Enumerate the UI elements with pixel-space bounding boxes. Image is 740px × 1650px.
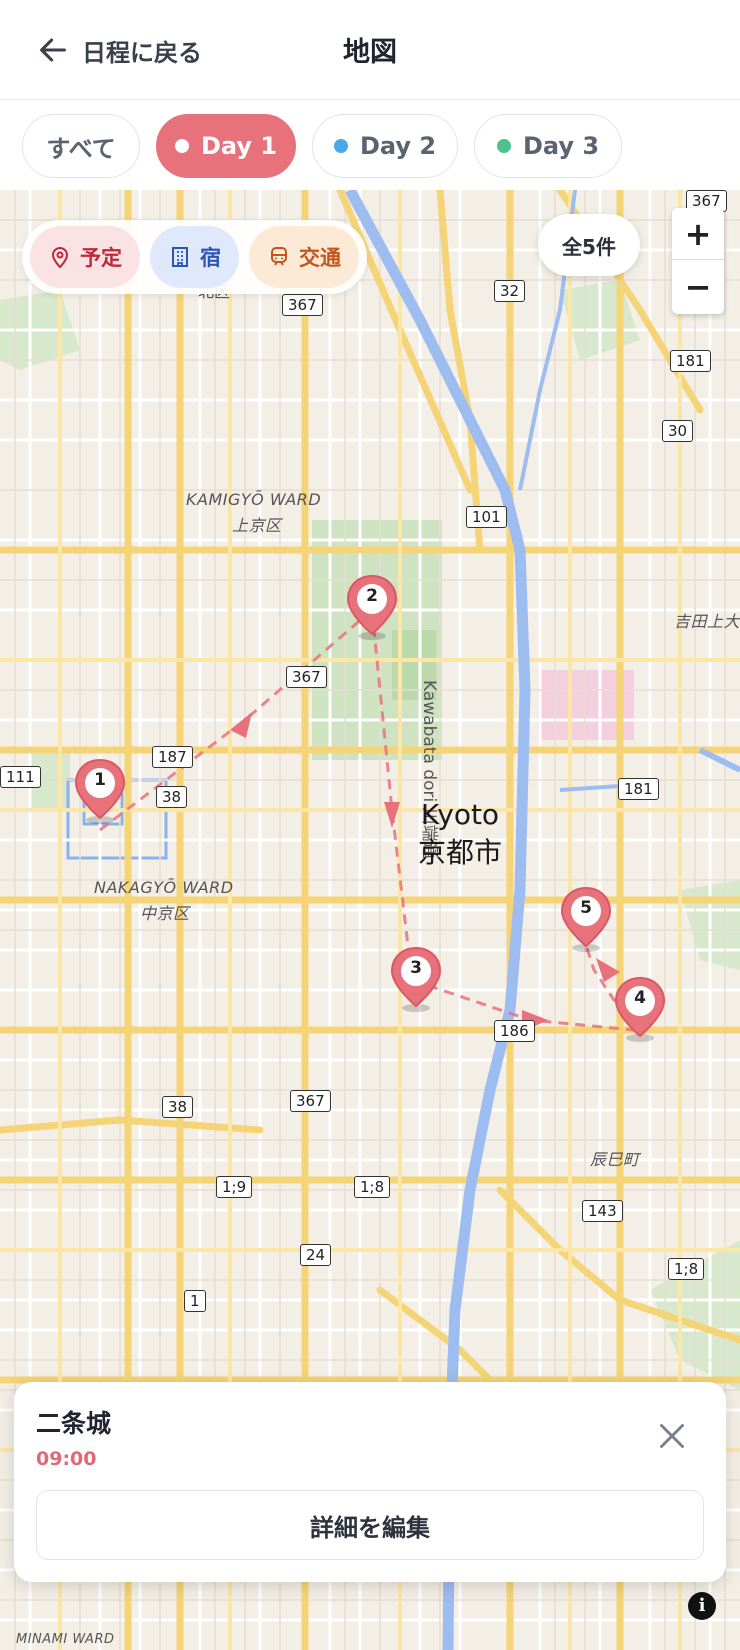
road-shield-r32: 32	[494, 280, 526, 302]
page-title: 地図	[343, 37, 397, 68]
filter-plan-label: 予定	[80, 246, 122, 270]
road-shield-r1: 1	[184, 1290, 206, 1312]
place-time: 09:00	[36, 1448, 97, 1470]
label-yoshida: 吉田上大	[674, 612, 740, 631]
label-tatsumi: 辰巳町	[590, 1150, 640, 1169]
place-name: 二条城	[36, 1409, 112, 1438]
tab-day-2-label: Day 2	[359, 132, 437, 160]
road-shield-r38a: 38	[156, 786, 188, 808]
day-1-dot-icon	[174, 139, 189, 153]
label-minami: MINAMI WARD	[16, 1632, 115, 1647]
building-icon	[172, 247, 188, 267]
header: 日程に戻る 地図	[0, 0, 740, 100]
map-pin-4[interactable]: 4	[612, 974, 668, 1042]
day-tabs: すべて Day 1 Day 2 Day 3	[0, 100, 740, 190]
zoom-out-button[interactable]: −	[672, 261, 724, 313]
train-icon	[271, 247, 287, 266]
label-nakagyo-ja: 中京区	[140, 904, 190, 923]
label-kamigyo-en: KAMIGYŌ WARD	[186, 490, 322, 509]
pin-3-number: 3	[410, 958, 422, 978]
road-shield-r187: 187	[152, 746, 193, 768]
tab-day-1-label: Day 1	[200, 132, 278, 160]
tab-all-label: すべて	[46, 134, 116, 163]
city-label-en: Kyoto	[420, 798, 500, 831]
info-icon[interactable]: i	[688, 1592, 716, 1620]
pin-2-marker-icon	[346, 574, 398, 640]
zoom-control: + −	[672, 208, 724, 314]
tab-day-2[interactable]: Day 2	[312, 114, 458, 178]
road-shield-r367c: 367	[290, 1090, 331, 1112]
pin-4-marker-icon	[614, 976, 666, 1042]
filter-stay-chip[interactable]: 宿	[150, 226, 239, 288]
road-shield-r18b: 1;8	[668, 1258, 705, 1280]
tab-day-3[interactable]: Day 3	[474, 114, 622, 178]
map-pin-2[interactable]: 2	[344, 572, 400, 640]
road-shield-r367a: 367	[282, 294, 323, 316]
tab-day-3-label: Day 3	[522, 132, 600, 160]
label-kamigyo-ja: 上京区	[232, 516, 282, 535]
road-shield-r38b: 38	[162, 1096, 194, 1118]
pin-1-marker-icon	[74, 758, 126, 824]
filter-transit-label: 交通	[299, 246, 341, 270]
road-shield-r111: 111	[0, 766, 41, 788]
city-label: Kyoto 京都市	[400, 796, 520, 872]
road-shield-r18a: 1;8	[354, 1176, 391, 1198]
pin-2-number: 2	[366, 586, 378, 606]
map-pin-5[interactable]: 5	[558, 884, 614, 952]
map-pin-icon	[51, 247, 69, 269]
road-shield-r181a: 181	[670, 350, 711, 372]
edit-details-button[interactable]: 詳細を編集	[36, 1490, 704, 1560]
pin-5-marker-icon	[560, 886, 612, 952]
road-shield-r181b: 181	[618, 778, 659, 800]
day-2-dot-icon	[333, 139, 348, 153]
road-shield-r24: 24	[300, 1244, 332, 1266]
close-icon[interactable]	[654, 1418, 690, 1454]
road-shield-r367b: 367	[286, 666, 327, 688]
city-label-ja: 京都市	[417, 836, 502, 869]
item-count-badge: 全5件	[538, 214, 640, 276]
filter-transit-chip[interactable]: 交通	[249, 226, 359, 288]
tab-day-1[interactable]: Day 1	[156, 114, 296, 178]
filter-plan-chip[interactable]: 予定	[30, 226, 140, 288]
tab-all[interactable]: すべて	[22, 114, 140, 178]
pin-3-marker-icon	[390, 946, 442, 1012]
road-shield-r143a: 143	[582, 1200, 623, 1222]
place-detail-card: 二条城 09:00 詳細を編集	[14, 1382, 726, 1582]
pin-5-number: 5	[580, 898, 592, 918]
road-shield-r30: 30	[662, 420, 694, 442]
pin-4-number: 4	[634, 988, 646, 1008]
road-shield-r19: 1;9	[216, 1176, 253, 1198]
road-shield-r186: 186	[494, 1020, 535, 1042]
pin-1-number: 1	[94, 770, 106, 790]
zoom-in-button[interactable]: +	[672, 208, 724, 260]
map-pin-3[interactable]: 3	[388, 944, 444, 1012]
label-nakagyo-en: NAKAGYŌ WARD	[94, 878, 234, 897]
map-pin-1[interactable]: 1	[72, 756, 128, 824]
road-shield-r101: 101	[466, 506, 507, 528]
day-3-dot-icon	[496, 139, 511, 153]
filter-stay-label: 宿	[200, 246, 221, 270]
category-filter: 予定 宿 交通	[22, 220, 367, 294]
